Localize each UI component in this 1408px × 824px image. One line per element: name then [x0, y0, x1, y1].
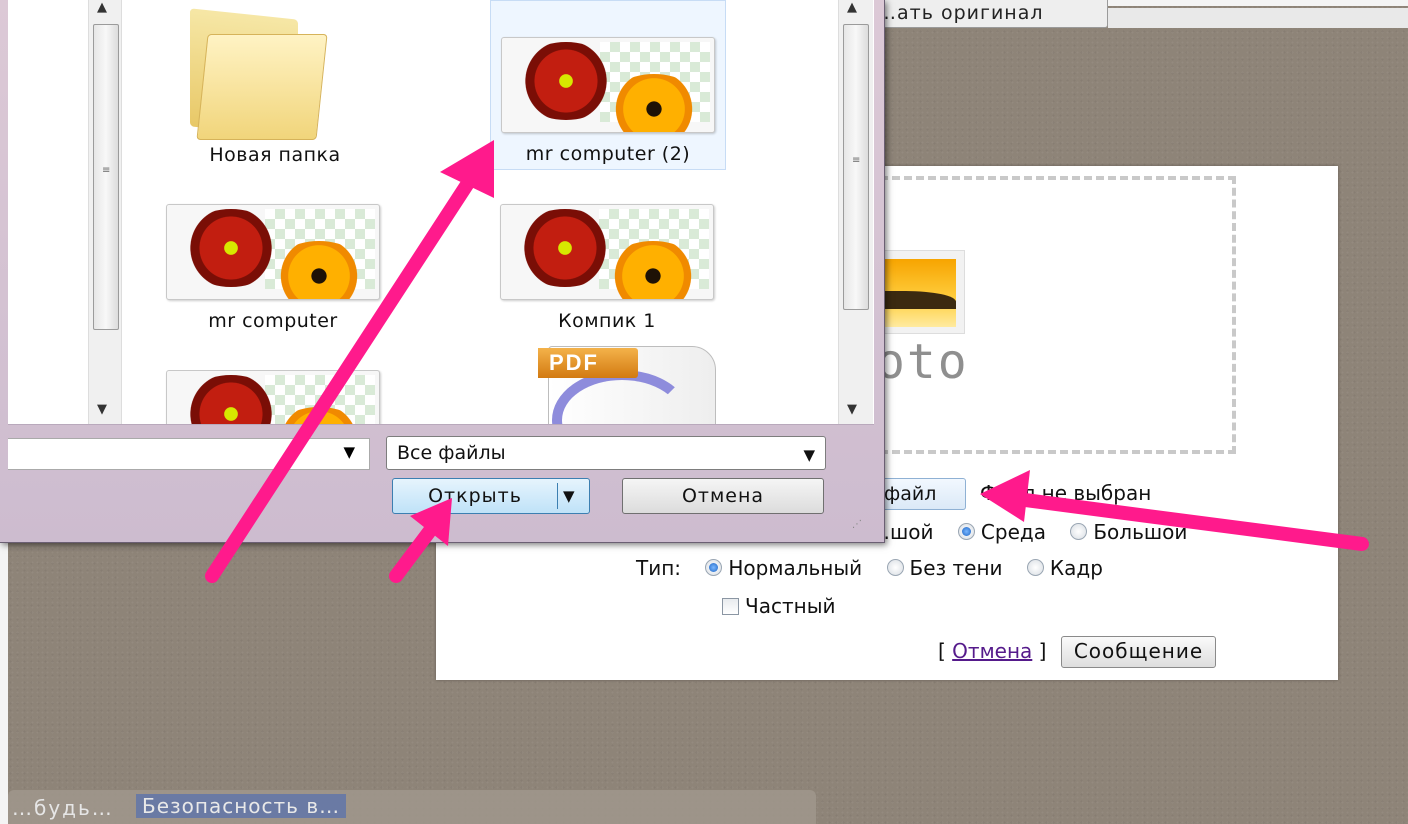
file-item-label: Новая папка: [209, 144, 341, 166]
dialog-cancel-button[interactable]: Отмена: [622, 478, 824, 514]
file-item-label: Компик 1: [558, 310, 656, 332]
grip-icon: ≡: [852, 155, 861, 166]
view-original-button[interactable]: …ать оригинал: [870, 0, 1108, 28]
size-option-medium-label: Среда: [980, 520, 1046, 544]
filetype-value: Все файлы: [397, 442, 506, 464]
private-option: Частный: [722, 594, 835, 618]
cancel-link[interactable]: Отмена: [952, 639, 1032, 663]
type-radio-no-shadow[interactable]: [886, 559, 904, 576]
split-divider: [557, 483, 558, 509]
bracket-close: ]: [1032, 639, 1047, 663]
resize-grip-icon[interactable]: ⋰: [852, 519, 862, 530]
message-button[interactable]: Сообщение: [1060, 636, 1217, 668]
file-status-text: Файл не выбран: [980, 481, 1152, 505]
photo-placeholder-text: oto: [876, 334, 969, 390]
type-option-normal-label: Нормальный: [728, 556, 863, 580]
taskbar-item-active[interactable]: Безопасность в…: [136, 794, 347, 818]
type-radio-normal[interactable]: [705, 559, 723, 576]
file-item-mr-computer[interactable]: mr computer: [156, 204, 390, 332]
size-radio-large[interactable]: [1070, 523, 1088, 540]
type-label: Тип:: [636, 556, 682, 580]
red-flower: [179, 209, 283, 287]
red-flower: [514, 42, 618, 120]
type-options: Тип: Нормальный Без тени Кадр: [636, 556, 1103, 580]
file-item-partial-image[interactable]: [156, 370, 390, 424]
scroll-down-arrow-icon[interactable]: ▼: [847, 402, 857, 417]
file-item-mr-computer-2[interactable]: mr computer (2): [490, 0, 726, 170]
folder-icon[interactable]: [184, 8, 328, 146]
file-item-label: mr computer: [208, 310, 338, 332]
type-option-no-shadow-label: Без тени: [909, 556, 1003, 580]
file-list-area[interactable]: ▲ ≡ ▼ Новая папка mr computer (2) mr com…: [8, 0, 874, 425]
grip-icon: ≡: [102, 165, 111, 176]
size-option-large-label: Большой: [1093, 520, 1188, 544]
photo-placeholder-icon: [872, 250, 965, 334]
file-open-dialog: ▲ ≡ ▼ Новая папка mr computer (2) mr com…: [0, 0, 885, 543]
bracket-open: [: [938, 639, 953, 663]
image-thumbnail-icon: [166, 370, 380, 424]
image-thumbnail-icon: [501, 37, 715, 133]
taskbar: …будь… Безопасность в…: [8, 790, 816, 824]
dialog-bottom-bar: ▼ Все файлы ▼ Открыть ▼ Отмена ⋰: [8, 424, 874, 540]
image-thumbnail-icon: [500, 204, 714, 300]
pdf-badge: PDF: [538, 348, 638, 378]
red-flower: [513, 209, 617, 287]
panel-actions: [ Отмена ] Сообщение: [938, 636, 1217, 668]
private-label: Частный: [745, 594, 836, 618]
folder-front: [196, 34, 328, 140]
chevron-down-icon[interactable]: ▼: [803, 439, 815, 471]
open-button-label: Открыть: [428, 485, 522, 507]
file-item-kompik-1[interactable]: Компик 1: [490, 204, 724, 332]
size-options: …шой Среда Большой: [870, 520, 1187, 544]
left-scrollbar[interactable]: ▲ ≡ ▼: [88, 0, 122, 424]
filetype-select[interactable]: Все файлы ▼: [386, 436, 826, 470]
taskbar-item[interactable]: …будь…: [12, 796, 114, 820]
type-radio-frame[interactable]: [1026, 559, 1044, 576]
file-item-label: mr computer (2): [525, 143, 691, 165]
scroll-down-arrow-icon[interactable]: ▼: [97, 402, 107, 417]
file-item-new-folder[interactable]: Новая папка: [158, 144, 392, 166]
left-scroll-thumb[interactable]: ≡: [93, 24, 119, 330]
right-scroll-thumb[interactable]: ≡: [843, 24, 869, 310]
scroll-up-arrow-icon[interactable]: ▲: [97, 0, 107, 15]
chevron-down-icon[interactable]: ▼: [343, 443, 355, 461]
private-checkbox[interactable]: [722, 598, 739, 615]
scroll-up-arrow-icon[interactable]: ▲: [847, 0, 857, 15]
choose-file-button[interactable]: файл: [872, 478, 966, 510]
open-button[interactable]: Открыть ▼: [392, 478, 590, 514]
chevron-down-icon[interactable]: ▼: [563, 479, 575, 513]
top-strip: [1108, 8, 1408, 28]
type-option-frame-label: Кадр: [1049, 556, 1103, 580]
size-radio-medium[interactable]: [957, 523, 975, 540]
right-scrollbar[interactable]: ▲ ≡ ▼: [838, 0, 873, 424]
pdf-file-icon[interactable]: PDF: [538, 340, 718, 424]
image-thumbnail-icon: [166, 204, 380, 300]
filename-input[interactable]: ▼: [8, 438, 370, 470]
